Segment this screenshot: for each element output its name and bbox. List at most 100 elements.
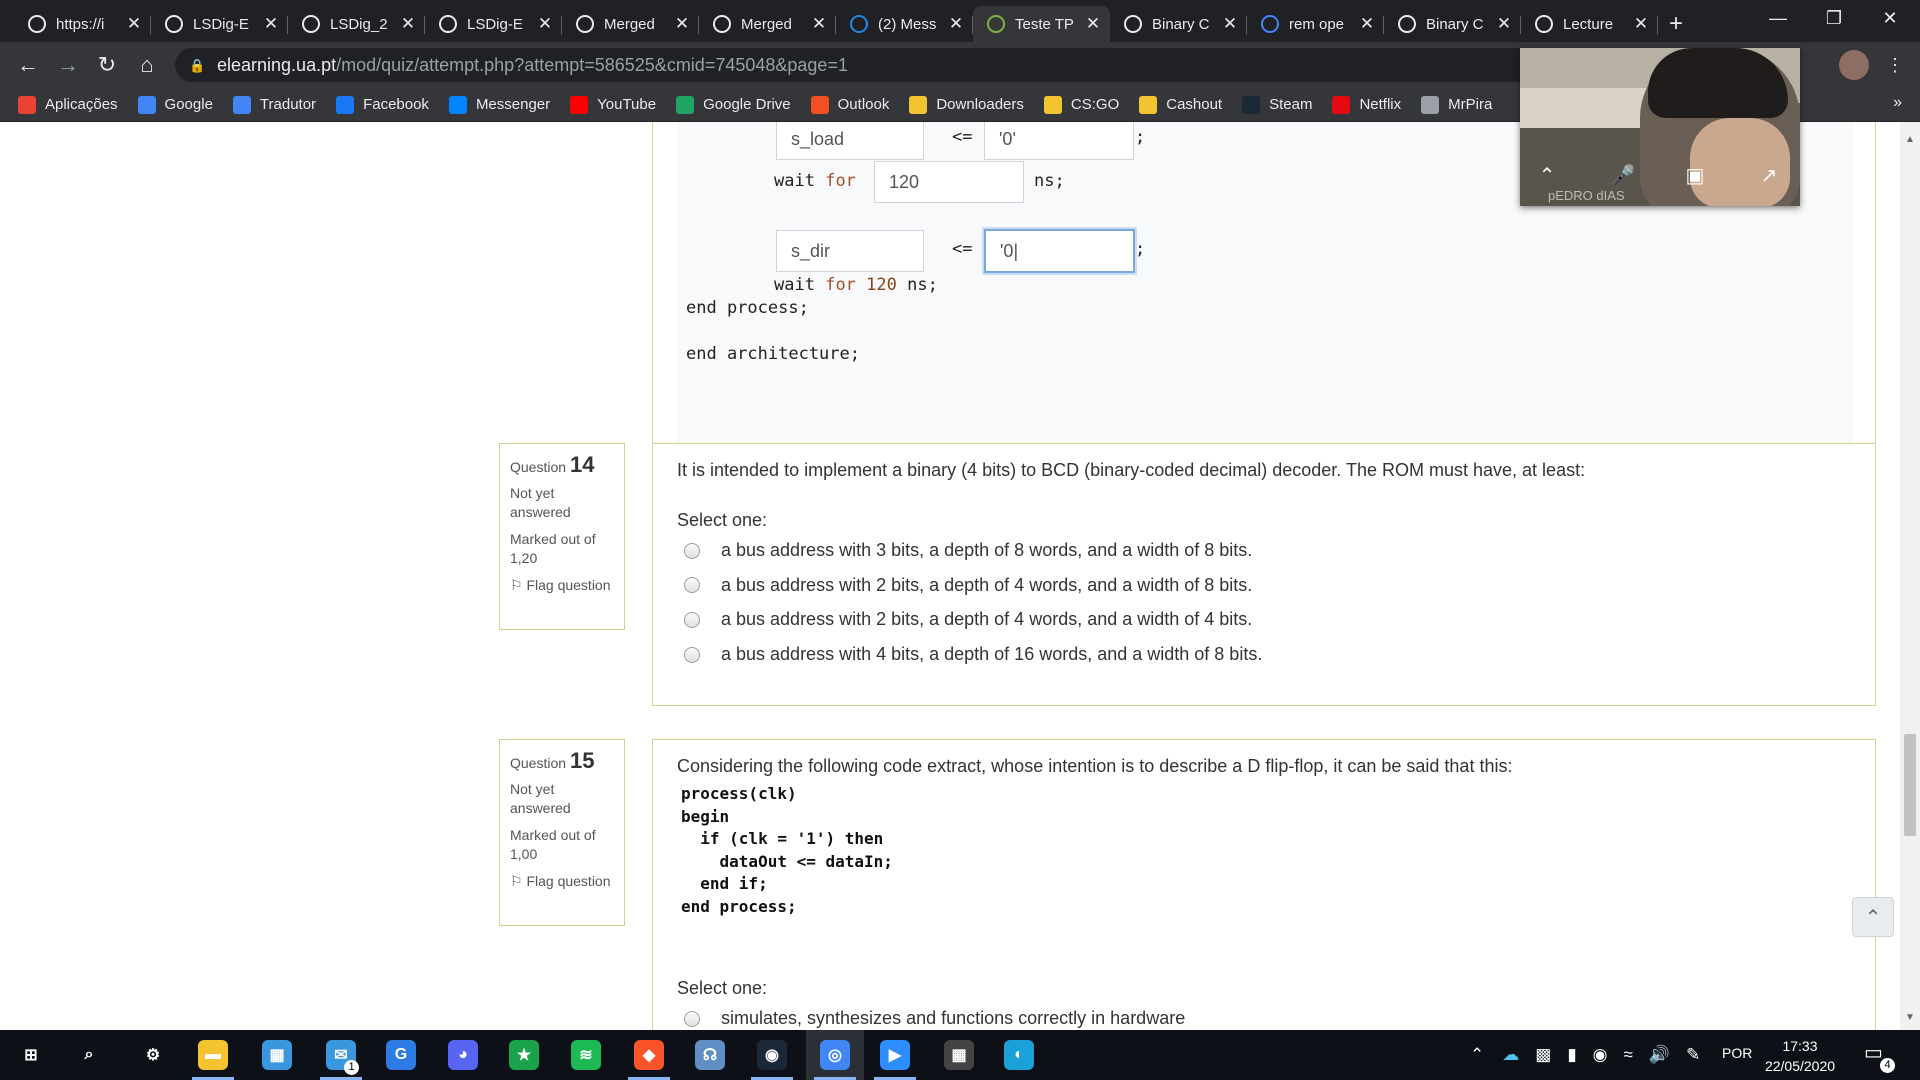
answer-option[interactable]: a bus address with 4 bits, a depth of 16… bbox=[684, 644, 1262, 665]
taskbar-calculator-button[interactable]: ▦ bbox=[930, 1030, 988, 1080]
taskbar-file-explorer-button[interactable]: ▬ bbox=[184, 1030, 242, 1080]
close-tab-icon[interactable]: ✕ bbox=[125, 14, 143, 34]
close-tab-icon[interactable]: ✕ bbox=[399, 14, 417, 34]
close-tab-icon[interactable]: ✕ bbox=[1084, 14, 1102, 34]
taskbar-app-g-button[interactable]: G bbox=[372, 1030, 430, 1080]
taskbar-spotify-button[interactable]: ≋ bbox=[557, 1030, 615, 1080]
browser-tab[interactable]: Teste TP ✕ bbox=[973, 6, 1110, 42]
forward-button[interactable]: → bbox=[52, 49, 84, 81]
taskbar-search-button[interactable]: ⌕ bbox=[60, 1030, 118, 1080]
browser-tab[interactable]: Merged ✕ bbox=[562, 6, 699, 42]
close-tab-icon[interactable]: ✕ bbox=[947, 14, 965, 34]
browser-tab[interactable]: Binary C ✕ bbox=[1110, 6, 1247, 42]
home-button[interactable]: ⌂ bbox=[131, 49, 163, 81]
wifi-icon[interactable]: ≈ bbox=[1624, 1045, 1633, 1065]
bookmark-item[interactable]: Google bbox=[137, 95, 213, 114]
bookmark-item[interactable]: Downloaders bbox=[909, 95, 1024, 114]
reload-button[interactable]: ↻ bbox=[91, 49, 123, 81]
taskbar-settings-button[interactable]: ⚙ bbox=[124, 1030, 182, 1080]
close-tab-icon[interactable]: ✕ bbox=[536, 14, 554, 34]
answer-option[interactable]: a bus address with 2 bits, a depth of 4 … bbox=[684, 609, 1252, 630]
bookmark-item[interactable]: Tradutor bbox=[232, 95, 316, 114]
pop-out-button[interactable]: ↗ bbox=[1754, 160, 1784, 190]
back-button[interactable]: ← bbox=[12, 49, 44, 81]
taskbar-headset-button[interactable]: ☊ bbox=[681, 1030, 739, 1080]
bookmark-item[interactable]: Facebook bbox=[336, 95, 429, 114]
battery-icon[interactable]: ▮ bbox=[1567, 1045, 1576, 1065]
close-window-button[interactable]: ✕ bbox=[1860, 0, 1920, 36]
value-field-s-dir[interactable]: '0| bbox=[984, 229, 1135, 273]
restore-button[interactable]: ❐ bbox=[1804, 0, 1864, 36]
video-call-window[interactable]: ⌃ 🎤 ▣ ↗ pEDRO dIAS bbox=[1520, 48, 1800, 206]
bookmark-item[interactable]: Aplicações bbox=[18, 95, 118, 114]
answer-option[interactable]: a bus address with 2 bits, a depth of 4 … bbox=[684, 575, 1252, 596]
close-tab-icon[interactable]: ✕ bbox=[1221, 14, 1239, 34]
browser-menu-button[interactable]: ⋮ bbox=[1879, 49, 1911, 81]
mute-mic-button[interactable]: 🎤 bbox=[1608, 160, 1638, 190]
close-tab-icon[interactable]: ✕ bbox=[1358, 14, 1376, 34]
value-field-s-load[interactable]: '0' bbox=[984, 122, 1134, 160]
browser-tab[interactable]: LSDig_2 ✕ bbox=[288, 6, 425, 42]
radio-button[interactable] bbox=[684, 1010, 700, 1027]
taskbar-zoom-button[interactable]: ▶ bbox=[866, 1030, 924, 1080]
close-tab-icon[interactable]: ✕ bbox=[262, 14, 280, 34]
pen-icon[interactable]: ✎ bbox=[1686, 1045, 1700, 1065]
taskbar-steam-button[interactable]: ◉ bbox=[743, 1030, 801, 1080]
taskbar-start-button[interactable]: ⊞ bbox=[2, 1030, 60, 1080]
taskbar-discord-button[interactable]: ◕ bbox=[434, 1030, 492, 1080]
bookmarks-more-button[interactable]: » bbox=[1893, 94, 1902, 112]
browser-tab[interactable]: rem ope ✕ bbox=[1247, 6, 1384, 42]
radio-button[interactable] bbox=[684, 611, 700, 628]
volume-icon[interactable]: 🔊 bbox=[1649, 1045, 1670, 1065]
browser-tab[interactable]: (2) Mess ✕ bbox=[836, 6, 973, 42]
browser-tab[interactable]: Merged ✕ bbox=[699, 6, 836, 42]
new-tab-button[interactable]: + bbox=[1658, 6, 1694, 42]
bookmark-item[interactable]: Netflix bbox=[1332, 95, 1401, 114]
camera-button[interactable]: ▣ bbox=[1680, 160, 1710, 190]
bookmark-item[interactable]: Outlook bbox=[810, 95, 889, 114]
browser-tab[interactable]: Lecture ✕ bbox=[1521, 6, 1658, 42]
steam-tray-icon[interactable]: ◉ bbox=[1593, 1045, 1608, 1065]
close-tab-icon[interactable]: ✕ bbox=[673, 14, 691, 34]
answer-option[interactable]: a bus address with 3 bits, a depth of 8 … bbox=[684, 540, 1252, 561]
taskbar-brave-button[interactable]: ◆ bbox=[620, 1030, 678, 1080]
profile-avatar[interactable] bbox=[1839, 50, 1869, 80]
scroll-up-arrow[interactable]: ▲ bbox=[1900, 134, 1920, 150]
expand-up-button[interactable]: ⌃ bbox=[1532, 160, 1562, 190]
wait-time-field[interactable]: 120 bbox=[874, 161, 1024, 203]
minimize-button[interactable]: — bbox=[1748, 0, 1808, 36]
flag-question-link[interactable]: ⚐ Flag question bbox=[510, 872, 614, 891]
answer-option[interactable]: simulates, synthesizes and functions cor… bbox=[684, 1008, 1185, 1029]
bookmark-item[interactable]: CS:GO bbox=[1043, 95, 1119, 114]
signal-field-s-load[interactable]: s_load bbox=[776, 122, 924, 160]
scroll-down-arrow[interactable]: ▼ bbox=[1900, 1012, 1920, 1028]
input-language[interactable]: POR bbox=[1722, 1045, 1752, 1061]
bookmark-item[interactable]: YouTube bbox=[570, 95, 656, 114]
taskbar-cisco-button[interactable]: ◐ bbox=[990, 1030, 1048, 1080]
taskbar-game-button[interactable]: ★ bbox=[495, 1030, 553, 1080]
close-tab-icon[interactable]: ✕ bbox=[1632, 14, 1650, 34]
scrollbar-thumb[interactable] bbox=[1904, 734, 1916, 836]
bookmark-item[interactable]: Steam bbox=[1242, 95, 1312, 114]
radio-button[interactable] bbox=[684, 646, 700, 663]
taskbar-media-button[interactable]: ▦ bbox=[248, 1030, 306, 1080]
bookmark-item[interactable]: MrPira bbox=[1421, 95, 1492, 114]
bookmark-item[interactable]: Google Drive bbox=[676, 95, 791, 114]
show-hidden-icons-button[interactable]: ⌃ bbox=[1470, 1045, 1484, 1065]
browser-tab[interactable]: LSDig-E ✕ bbox=[151, 6, 288, 42]
system-clock[interactable]: 17:33 22/05/2020 bbox=[1755, 1036, 1845, 1076]
taskbar-mail-button[interactable]: ✉ 1 bbox=[312, 1030, 370, 1080]
browser-tab[interactable]: LSDig-E ✕ bbox=[425, 6, 562, 42]
flag-question-link[interactable]: ⚐ Flag question bbox=[510, 576, 614, 595]
screen-icon[interactable]: ▩ bbox=[1535, 1045, 1551, 1065]
taskbar-chrome-button[interactable]: ◎ bbox=[806, 1030, 864, 1080]
browser-tab[interactable]: https://i ✕ bbox=[14, 6, 151, 42]
browser-tab[interactable]: Binary C ✕ bbox=[1384, 6, 1521, 42]
bookmark-item[interactable]: Messenger bbox=[448, 95, 550, 114]
page-scrollbar[interactable]: ▲ ▼ bbox=[1900, 122, 1920, 1030]
radio-button[interactable] bbox=[684, 542, 700, 559]
back-to-top-button[interactable]: ⌃ bbox=[1852, 897, 1894, 937]
close-tab-icon[interactable]: ✕ bbox=[1495, 14, 1513, 34]
signal-field-s-dir[interactable]: s_dir bbox=[776, 230, 924, 272]
radio-button[interactable] bbox=[684, 577, 700, 594]
